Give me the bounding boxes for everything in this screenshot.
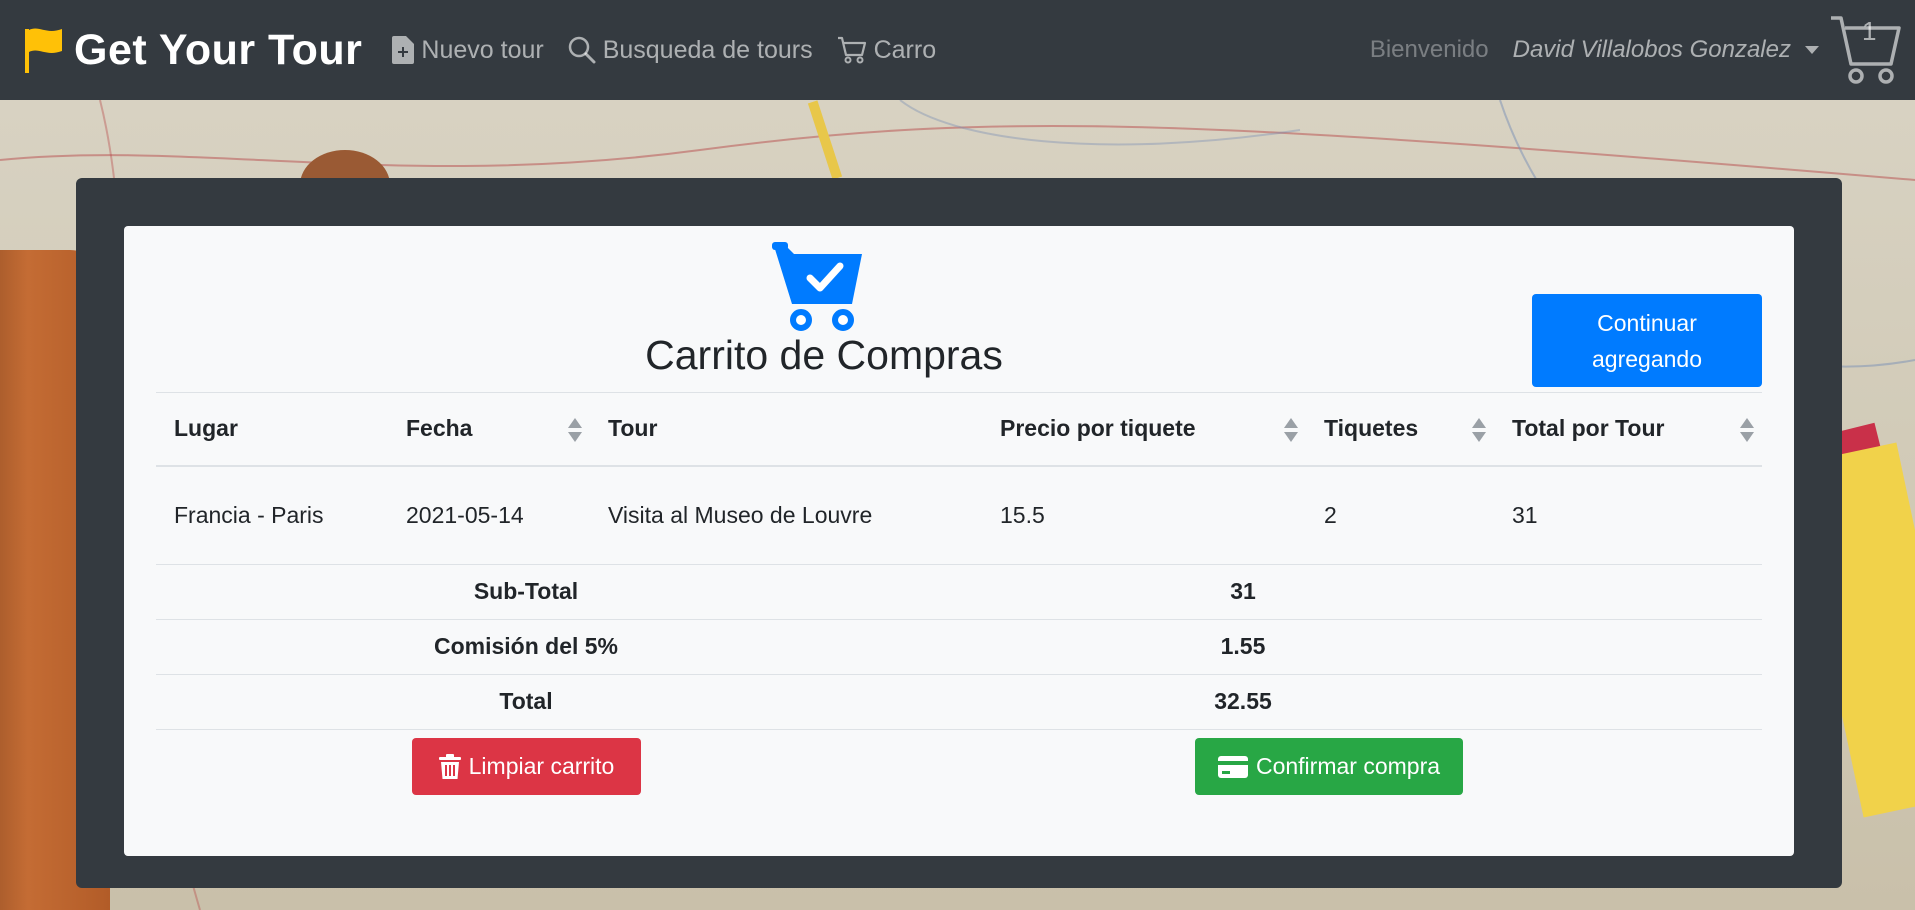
nav-new-tour-label: Nuevo tour bbox=[421, 35, 544, 64]
col-precio[interactable]: Precio por tiquete bbox=[982, 392, 1306, 467]
nav-search-tours[interactable]: Busqueda de tours bbox=[568, 36, 813, 65]
commission-value: 1.55 bbox=[1220, 633, 1266, 659]
col-tiquetes[interactable]: Tiquetes bbox=[1306, 392, 1494, 467]
cart-table: Lugar Fecha Tour Precio por tiquete Tiqu… bbox=[156, 392, 1762, 564]
chevron-down-icon bbox=[1805, 46, 1819, 54]
nav-search-tours-label: Busqueda de tours bbox=[602, 35, 813, 64]
sort-icon bbox=[1472, 418, 1486, 442]
nav-cart-label: Carro bbox=[873, 35, 937, 64]
credit-card-icon bbox=[1217, 755, 1248, 778]
col-tour-label: Tour bbox=[608, 415, 658, 442]
subtotal-value: 31 bbox=[1230, 578, 1256, 604]
commission-label: Comisión del 5% bbox=[433, 633, 619, 659]
col-total-tour-label: Total por Tour bbox=[1512, 415, 1665, 442]
col-total-tour[interactable]: Total por Tour bbox=[1494, 392, 1762, 467]
cell-tiquetes: 2 bbox=[1324, 501, 1337, 528]
cart-panel: Carrito de Compras Continuar agregando L… bbox=[124, 226, 1794, 856]
col-fecha[interactable]: Fecha bbox=[388, 392, 590, 467]
cell-total-tour: 31 bbox=[1512, 501, 1538, 528]
cart-badge-button[interactable]: 1 bbox=[1829, 12, 1903, 88]
total-row: Total 32.55 bbox=[156, 674, 1762, 729]
sort-icon bbox=[1284, 418, 1298, 442]
user-dropdown[interactable]: David Villalobos Gonzalez bbox=[1513, 36, 1819, 64]
cart-header: Carrito de Compras Continuar agregando bbox=[124, 226, 1794, 391]
sort-icon bbox=[1740, 418, 1754, 442]
brand-title: Get Your Tour bbox=[74, 25, 363, 74]
flag-icon bbox=[25, 28, 62, 73]
file-plus-icon bbox=[392, 36, 415, 64]
cell-tour: Visita al Museo de Louvre bbox=[608, 501, 873, 528]
cart-actions: Limpiar carrito Confirmar compra bbox=[156, 729, 1762, 799]
col-precio-label: Precio por tiquete bbox=[1000, 415, 1196, 442]
subtotal-label: Sub-Total bbox=[473, 578, 579, 604]
col-lugar[interactable]: Lugar bbox=[156, 392, 388, 467]
cell-lugar: Francia - Paris bbox=[174, 501, 324, 528]
navbar: Get Your Tour Nuevo tour Busqueda de tou… bbox=[0, 0, 1915, 100]
sort-icon bbox=[568, 418, 582, 442]
col-tour[interactable]: Tour bbox=[590, 392, 982, 467]
cart-count: 1 bbox=[1862, 16, 1877, 46]
nav-cart[interactable]: Carro bbox=[837, 35, 937, 65]
cart-check-icon bbox=[772, 242, 862, 331]
col-lugar-label: Lugar bbox=[174, 415, 238, 442]
continue-shopping-button[interactable]: Continuar agregando bbox=[1532, 294, 1762, 387]
cart-icon bbox=[837, 36, 866, 64]
table-header-row: Lugar Fecha Tour Precio por tiquete Tiqu… bbox=[156, 392, 1762, 467]
col-fecha-label: Fecha bbox=[406, 415, 473, 442]
page-title: Carrito de Compras bbox=[645, 332, 1003, 378]
trash-icon bbox=[438, 753, 461, 779]
nav-new-tour[interactable]: Nuevo tour bbox=[392, 35, 544, 65]
brand[interactable]: Get Your Tour bbox=[22, 0, 362, 100]
confirm-purchase-button[interactable]: Confirmar compra bbox=[1195, 738, 1463, 795]
cart-summary: Sub-Total 31 Comisión del 5% 1.55 Total … bbox=[156, 564, 1762, 799]
clear-cart-button[interactable]: Limpiar carrito bbox=[412, 738, 641, 795]
col-tiquetes-label: Tiquetes bbox=[1324, 415, 1419, 442]
nav-links: Nuevo tour Busqueda de tours Carro bbox=[392, 36, 960, 65]
table-row: Francia - Paris 2021-05-14 Visita al Mus… bbox=[156, 466, 1762, 564]
total-value: 32.55 bbox=[1214, 688, 1272, 714]
user-name: David Villalobos Gonzalez bbox=[1512, 36, 1791, 63]
confirm-purchase-label: Confirmar compra bbox=[1255, 753, 1441, 779]
welcome-text: Bienvenido bbox=[1369, 36, 1489, 63]
search-icon bbox=[568, 36, 596, 64]
clear-cart-label: Limpiar carrito bbox=[468, 753, 615, 779]
commission-row: Comisión del 5% 1.55 bbox=[156, 619, 1762, 674]
nav-right: Bienvenido David Villalobos Gonzalez 1 bbox=[1370, 0, 1903, 100]
total-label: Total bbox=[499, 688, 553, 714]
cell-precio: 15.5 bbox=[1000, 501, 1045, 528]
subtotal-row: Sub-Total 31 bbox=[156, 564, 1762, 619]
cell-fecha: 2021-05-14 bbox=[406, 501, 524, 528]
